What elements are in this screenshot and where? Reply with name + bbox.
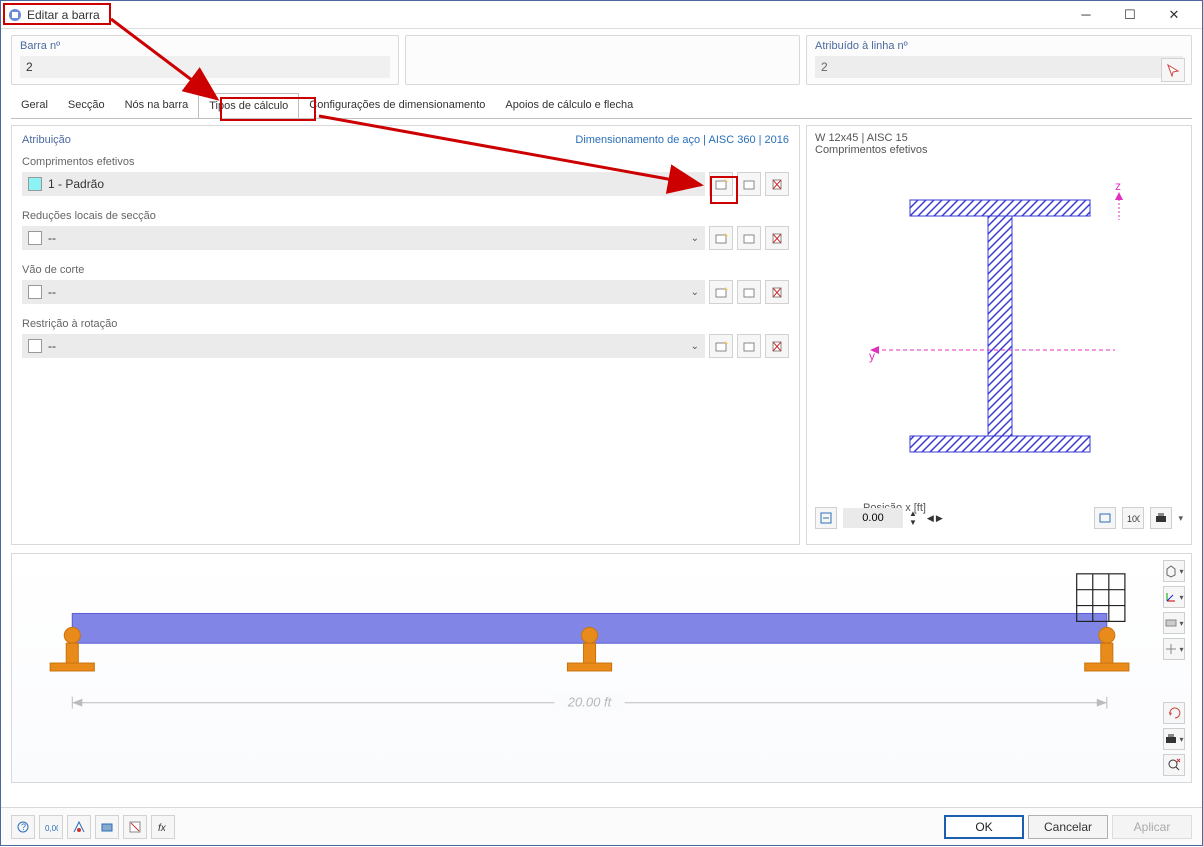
z-axis-label: z	[1115, 179, 1121, 193]
window-title: Editar a barra	[27, 8, 1064, 22]
vao-new-button[interactable]	[709, 280, 733, 304]
units-button[interactable]: 0,00	[39, 815, 63, 839]
eff-new-button[interactable]	[709, 172, 733, 196]
svg-text:fx: fx	[158, 823, 167, 834]
atribuido-panel: Atribuído à linha nº	[806, 35, 1192, 85]
apply-button: Aplicar	[1112, 815, 1192, 839]
print-view-button[interactable]: ▾	[1163, 728, 1185, 750]
render-button[interactable]	[95, 815, 119, 839]
tab-geral[interactable]: Geral	[11, 93, 58, 119]
tab-seccao[interactable]: Secção	[58, 93, 115, 119]
vao-edit-button[interactable]	[737, 280, 761, 304]
fx-button[interactable]: fx	[151, 815, 175, 839]
vao-delete-button[interactable]	[765, 280, 789, 304]
zoom-reset-button[interactable]	[1163, 754, 1185, 776]
step-left[interactable]: ◀	[927, 513, 934, 524]
tab-nos[interactable]: Nós na barra	[115, 93, 199, 119]
tab-tipos-calculo[interactable]: Tipos de cálculo	[198, 93, 299, 119]
rot-colorchip	[28, 339, 42, 353]
pick-button[interactable]	[67, 815, 91, 839]
tab-bar: Geral Secção Nós na barra Tipos de cálcu…	[1, 85, 1202, 119]
svg-text:100: 100	[1127, 514, 1140, 524]
list-button[interactable]	[123, 815, 147, 839]
attribution-panel: Atribuição Dimensionamento de aço | AISC…	[11, 125, 800, 545]
vao-colorchip	[28, 285, 42, 299]
atribuido-label: Atribuído à linha nº	[815, 40, 1183, 52]
atribuido-input	[815, 56, 1183, 78]
footer: ? 0,00 fx OK Cancelar Aplicar	[1, 807, 1202, 845]
preview-tool-1[interactable]	[815, 507, 837, 529]
rot-delete-button[interactable]	[765, 334, 789, 358]
red-edit-button[interactable]	[737, 226, 761, 250]
red-colorchip	[28, 231, 42, 245]
position-input[interactable]	[843, 508, 903, 528]
center-panel	[405, 35, 800, 85]
section-preview-panel: W 12x45 | AISC 15 Comprimentos efetivos …	[806, 125, 1192, 545]
view3d-button[interactable]: ▾	[1163, 560, 1185, 582]
preview-subtitle: Comprimentos efetivos	[815, 144, 1183, 156]
rot-dropdown[interactable]: -- ⌄	[22, 334, 705, 358]
header-panels: Barra nº Atribuído à linha nº	[1, 29, 1202, 85]
svg-text:?: ?	[21, 822, 26, 832]
red-delete-button[interactable]	[765, 226, 789, 250]
section-canvas[interactable]: z y	[815, 160, 1183, 480]
beam-view[interactable]: 20.00 ft ▾ ▾ ▾ ▾ ▾	[11, 553, 1192, 783]
chevron-down-icon: ⌄	[691, 341, 699, 352]
maximize-button[interactable]: ☐	[1108, 2, 1152, 28]
vao-label: Vão de corte	[22, 264, 789, 276]
cancel-button[interactable]: Cancelar	[1028, 815, 1108, 839]
rot-edit-button[interactable]	[737, 334, 761, 358]
axes-button[interactable]: ▾	[1163, 586, 1185, 608]
barra-input[interactable]	[20, 56, 390, 78]
rot-label: Restrição à rotação	[22, 318, 789, 330]
rot-new-button[interactable]	[709, 334, 733, 358]
preview-view-button[interactable]	[1094, 507, 1116, 529]
help-button[interactable]: ?	[11, 815, 35, 839]
eff-length-label: Comprimentos efetivos	[22, 156, 789, 168]
spin-up[interactable]: ▲	[909, 509, 917, 518]
rotate-button[interactable]	[1163, 702, 1185, 724]
eff-delete-button[interactable]	[765, 172, 789, 196]
eff-colorchip	[28, 177, 42, 191]
design-standard-link[interactable]: Dimensionamento de aço | AISC 360 | 2016	[575, 134, 789, 146]
eff-length-dropdown[interactable]: 1 - Padrão ⌄	[22, 172, 705, 196]
chevron-down-icon: ⌄	[691, 287, 699, 298]
chevron-down-icon: ⌄	[691, 233, 699, 244]
svg-text:0,00: 0,00	[45, 824, 58, 833]
preview-title: W 12x45 | AISC 15	[815, 132, 1183, 144]
minimize-button[interactable]: ─	[1064, 2, 1108, 28]
content-row: Atribuição Dimensionamento de aço | AISC…	[1, 119, 1202, 545]
barra-panel: Barra nº	[11, 35, 399, 85]
tab-config[interactable]: Configurações de dimensionamento	[299, 93, 495, 119]
app-icon	[7, 7, 23, 23]
eff-edit-button[interactable]	[737, 172, 761, 196]
close-button[interactable]: ✕	[1152, 2, 1196, 28]
chevron-down-icon: ⌄	[691, 179, 699, 190]
display-button[interactable]: ▾	[1163, 612, 1185, 634]
dropdown-caret[interactable]: ▾	[1178, 513, 1183, 524]
ok-button[interactable]: OK	[944, 815, 1024, 839]
tab-apoios[interactable]: Apoios de cálculo e flecha	[495, 93, 643, 119]
red-new-button[interactable]	[709, 226, 733, 250]
step-right[interactable]: ▶	[936, 513, 943, 524]
preview-measure-button[interactable]: 100	[1122, 507, 1144, 529]
section-view-button[interactable]: ▾	[1163, 638, 1185, 660]
attribution-heading: Atribuição	[22, 134, 71, 146]
red-dropdown[interactable]: -- ⌄	[22, 226, 705, 250]
spin-down[interactable]: ▼	[909, 518, 917, 527]
beam-length-label: 20.00 ft	[567, 695, 613, 710]
barra-label: Barra nº	[20, 40, 390, 52]
select-line-button[interactable]	[1161, 58, 1185, 82]
title-bar: Editar a barra ─ ☐ ✕	[1, 1, 1202, 29]
vao-dropdown[interactable]: -- ⌄	[22, 280, 705, 304]
red-label: Reduções locais de secção	[22, 210, 789, 222]
preview-print-button[interactable]	[1150, 507, 1172, 529]
